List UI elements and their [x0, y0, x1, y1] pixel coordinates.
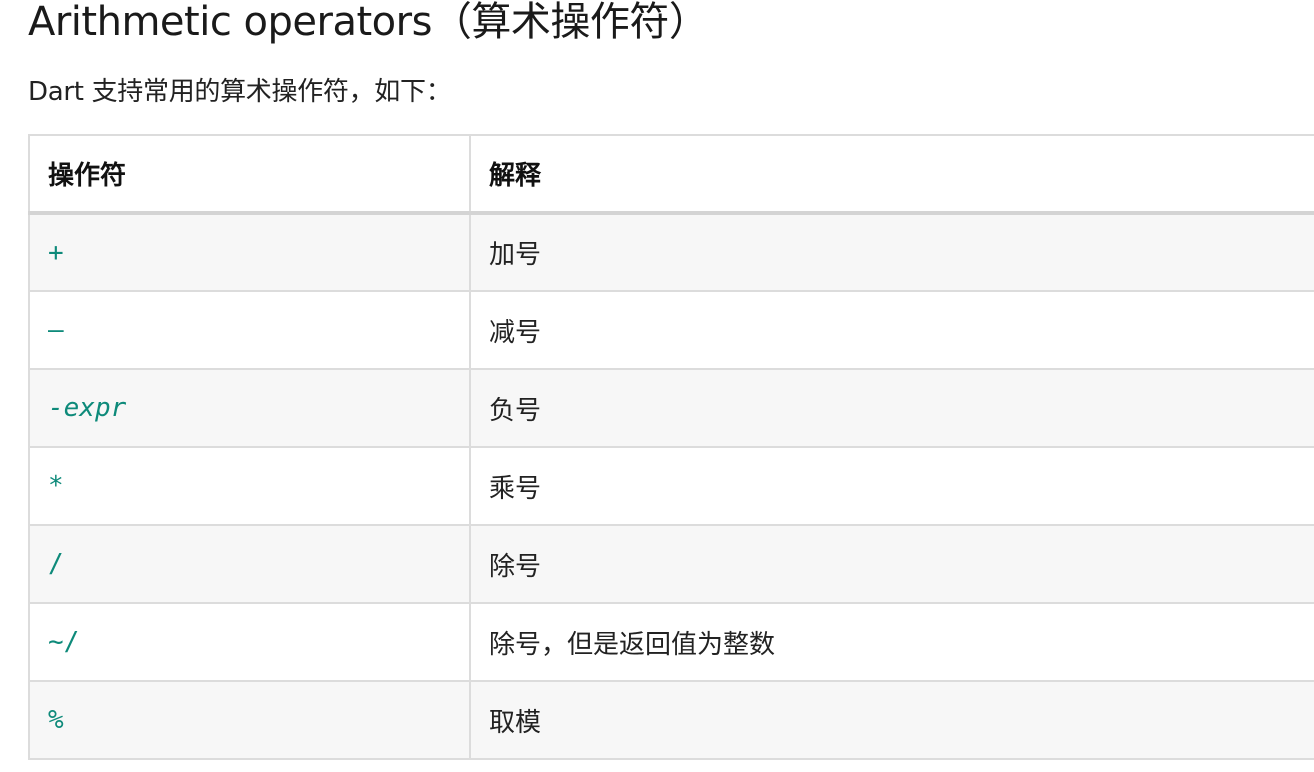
table-row: % 取模	[28, 680, 1314, 760]
operator-description: 除号	[489, 551, 542, 582]
description-cell: 取模	[469, 680, 1314, 760]
operators-table-container: 操作符 解释 + 加号 – 减号 -expr 负号 * 乘号 / 除号 ~/ 除…	[28, 134, 1314, 760]
operator-cell: ~/	[28, 602, 471, 682]
operator-cell: %	[28, 680, 471, 760]
description-cell: 负号	[469, 368, 1314, 448]
column-header-operator: 操作符	[28, 134, 471, 215]
table-row: / 除号	[28, 524, 1314, 604]
operator-code: +	[48, 237, 64, 268]
description-cell: 乘号	[469, 446, 1314, 526]
operator-description: 取模	[489, 707, 542, 738]
operator-code: -expr	[48, 393, 127, 423]
operator-cell: /	[28, 524, 471, 604]
operator-code: /	[48, 549, 64, 579]
operator-description: 负号	[489, 395, 542, 426]
operator-description: 加号	[489, 240, 542, 270]
column-header-description: 解释	[469, 134, 1314, 215]
operator-cell: -expr	[28, 368, 471, 448]
table-header-row: 操作符 解释	[28, 134, 1314, 215]
description-cell: 加号	[469, 212, 1314, 292]
operator-cell: +	[28, 212, 471, 292]
table-row: – 减号	[28, 290, 1314, 370]
description-cell: 减号	[469, 290, 1314, 370]
table-row: -expr 负号	[28, 368, 1314, 448]
operator-code: ~/	[48, 627, 80, 657]
table-row: ~/ 除号，但是返回值为整数	[28, 602, 1314, 682]
table-row: + 加号	[28, 212, 1314, 292]
operator-code: %	[48, 705, 64, 735]
table-body: + 加号 – 减号 -expr 负号 * 乘号 / 除号 ~/ 除号，但是返回值…	[28, 212, 1314, 760]
operator-cell: *	[28, 446, 471, 526]
description-cell: 除号	[469, 524, 1314, 604]
description-cell: 除号，但是返回值为整数	[469, 602, 1314, 682]
operator-description: 乘号	[489, 473, 542, 504]
operator-code: –	[48, 315, 64, 345]
operator-description: 减号	[489, 317, 542, 348]
operator-cell: –	[28, 290, 471, 370]
table-header: 操作符 解释	[28, 134, 1314, 215]
operator-code: *	[48, 471, 64, 501]
intro-paragraph: Dart 支持常用的算术操作符，如下：	[28, 77, 452, 107]
section-heading: Arithmetic operators（算术操作符）	[28, 0, 709, 45]
operator-description: 除号，但是返回值为整数	[489, 629, 776, 660]
table-row: * 乘号	[28, 446, 1314, 526]
operators-table: 操作符 解释 + 加号 – 减号 -expr 负号 * 乘号 / 除号 ~/ 除…	[28, 134, 1314, 760]
